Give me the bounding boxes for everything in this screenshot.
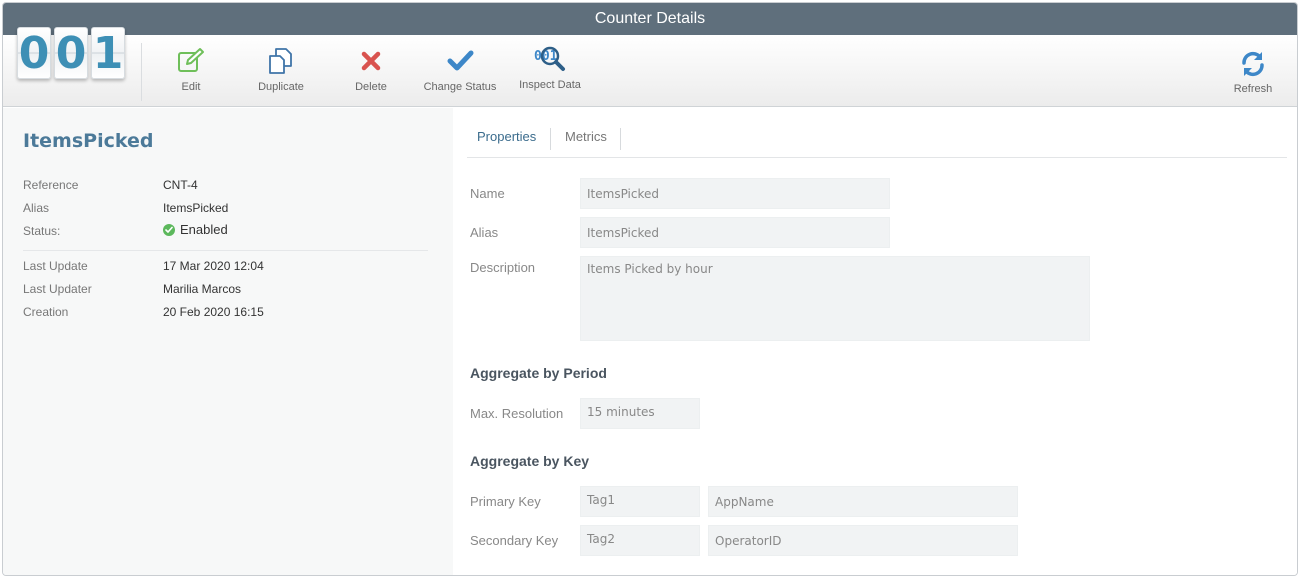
summary-divider: [23, 250, 428, 251]
delete-label: Delete: [355, 81, 387, 93]
status-value: Enabled: [180, 222, 228, 237]
inspect-data-button[interactable]: 001 Inspect Data: [505, 45, 595, 97]
duplicate-icon: [236, 47, 326, 77]
secondary-key-label: Secondary Key: [470, 533, 559, 548]
aggregate-period-heading: Aggregate by Period: [470, 365, 607, 381]
tab-bar: Properties Metrics: [467, 126, 1287, 158]
toolbar-divider: [141, 43, 142, 101]
page-title: ItemsPicked: [23, 130, 154, 152]
inspect-data-icon: 001: [505, 45, 595, 75]
window-title: Counter Details: [3, 3, 1297, 35]
toolbar: 0 0 1 Edit Duplicate Delete Change Statu…: [3, 27, 1297, 107]
primary-key-label: Primary Key: [470, 494, 541, 509]
delete-button[interactable]: Delete: [326, 47, 416, 99]
last-updater-value: Marilia Marcos: [163, 282, 242, 296]
max-resolution-label: Max. Resolution: [470, 406, 564, 421]
primary-key-value-field[interactable]: AppName: [708, 486, 1018, 517]
counter-logo: 0 0 1: [17, 27, 129, 83]
alias-field[interactable]: ItemsPicked: [580, 217, 890, 248]
duplicate-label: Duplicate: [258, 81, 304, 93]
tab-metrics[interactable]: Metrics: [565, 126, 607, 150]
alias-label: Alias: [23, 201, 50, 215]
max-resolution-field[interactable]: 15 minutes: [580, 398, 700, 429]
tab-properties[interactable]: Properties: [477, 126, 536, 150]
last-update-label: Last Update: [23, 259, 88, 273]
counter-digit: 0: [54, 27, 88, 79]
summary-panel: ItemsPicked Reference CNT-4 Alias ItemsP…: [3, 108, 453, 575]
reference-label: Reference: [23, 178, 79, 192]
status-badge: Enabled: [163, 222, 228, 237]
primary-key-tag-field[interactable]: Tag1: [580, 486, 700, 517]
inspect-data-label: Inspect Data: [519, 79, 581, 91]
aggregate-key-heading: Aggregate by Key: [470, 453, 590, 469]
counter-digit: 0: [17, 27, 51, 79]
check-circle-icon: [163, 224, 175, 236]
description-label: Description: [470, 260, 536, 275]
edit-button[interactable]: Edit: [146, 47, 236, 99]
duplicate-button[interactable]: Duplicate: [236, 47, 326, 99]
properties-panel: Properties Metrics Name ItemsPicked Alia…: [453, 108, 1297, 575]
reference-value: CNT-4: [163, 178, 198, 192]
tab-divider: [620, 128, 621, 150]
alias-value: ItemsPicked: [163, 201, 229, 215]
refresh-button[interactable]: Refresh: [1208, 49, 1297, 101]
creation-label: Creation: [23, 305, 69, 319]
secondary-key-value-field[interactable]: OperatorID: [708, 525, 1018, 556]
refresh-label: Refresh: [1233, 83, 1273, 95]
refresh-icon: [1208, 49, 1297, 79]
name-label: Name: [470, 186, 505, 201]
last-update-value: 17 Mar 2020 12:04: [163, 259, 264, 273]
counter-details-window: Counter Details 0 0 1 Edit Duplicate Del…: [2, 2, 1298, 576]
alias-label: Alias: [470, 225, 499, 240]
secondary-key-tag-field[interactable]: Tag2: [580, 525, 700, 556]
creation-value: 20 Feb 2020 16:15: [163, 305, 264, 319]
description-field[interactable]: Items Picked by hour: [580, 256, 1090, 341]
edit-icon: [146, 47, 236, 77]
last-updater-label: Last Updater: [23, 282, 92, 296]
change-status-label: Change Status: [423, 81, 497, 93]
checkmark-icon: [415, 47, 505, 77]
counter-digit: 1: [91, 27, 125, 79]
delete-icon: [326, 47, 416, 77]
tab-divider: [550, 128, 551, 150]
change-status-button[interactable]: Change Status: [415, 47, 505, 99]
edit-label: Edit: [181, 81, 201, 93]
status-label: Status:: [23, 224, 61, 238]
name-field[interactable]: ItemsPicked: [580, 178, 890, 209]
